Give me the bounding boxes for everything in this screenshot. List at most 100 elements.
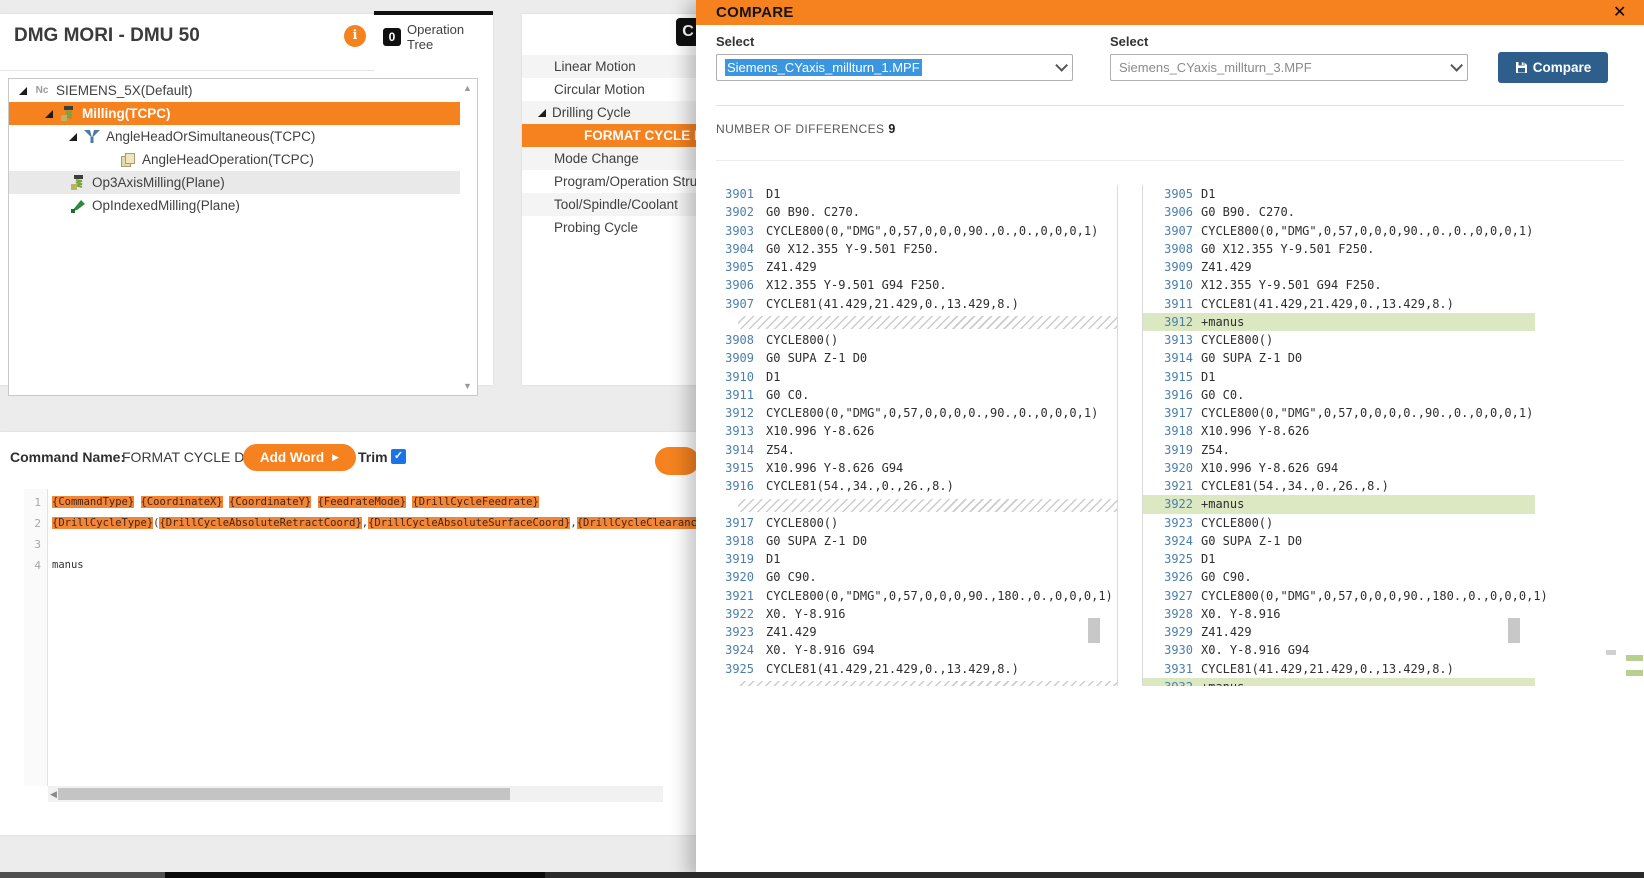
diff-code-row[interactable]: 3913X10.996 Y-8.626 <box>700 422 1117 440</box>
diff-code-row[interactable]: 3928X0. Y-8.916 <box>1143 605 1535 623</box>
diff-code-row[interactable]: 3904G0 X12.355 Y-9.501 F250. <box>700 240 1117 258</box>
diff-code-row[interactable]: 3914Z54. <box>700 441 1117 459</box>
diff-code-row[interactable]: 3906X12.355 Y-9.501 G94 F250. <box>700 276 1117 294</box>
diff-code-row[interactable]: 3914G0 SUPA Z-1 D0 <box>1143 349 1535 367</box>
diff-code-row[interactable]: 3905Z41.429 <box>700 258 1117 276</box>
editor-line[interactable]: {DrillCycleType}({DrillCycleAbsoluteRetr… <box>52 513 720 534</box>
diff-code-row[interactable]: 3917CYCLE800(0,"DMG",0,57,0,0,0,0.,90.,0… <box>1143 404 1535 422</box>
diff-code-row[interactable]: 3925D1 <box>1143 550 1535 568</box>
scrollbar-thumb[interactable] <box>58 788 510 800</box>
diff-code-row[interactable]: 3915X10.996 Y-8.626 G94 <box>700 459 1117 477</box>
diff-code-row[interactable]: 3920G0 C90. <box>700 568 1117 586</box>
diff-added-row[interactable]: 3912+manus <box>1143 313 1535 331</box>
tree-row[interactable]: Op3AxisMilling(Plane) <box>9 171 477 194</box>
diff-gap-row[interactable] <box>700 313 1117 331</box>
diff-code-row[interactable]: 3910D1 <box>700 368 1117 386</box>
diff-code-row[interactable]: 3916G0 C0. <box>1143 386 1535 404</box>
add-word-button[interactable]: Add Word ▶ <box>243 444 356 471</box>
diff-pane-right[interactable]: 3905D13906G0 B90. C270.3907CYCLE800(0,"D… <box>1143 185 1535 686</box>
diff-code-row[interactable]: 3919Z54. <box>1143 441 1535 459</box>
tree-expander-icon[interactable] <box>69 133 77 141</box>
format-token[interactable]: {DrillCycleType} <box>52 517 153 529</box>
format-token[interactable]: {CoordinateX} <box>141 496 223 508</box>
diff-code-row[interactable]: 3930X0. Y-8.916 G94 <box>1143 641 1535 659</box>
overview-ruler-thumb[interactable] <box>1606 650 1616 655</box>
editor-horizontal-scrollbar[interactable]: ◀ <box>48 786 663 802</box>
diff-code-row[interactable]: 3929Z41.429 <box>1143 623 1535 641</box>
format-token[interactable]: {DrillCycleAbsoluteRetractCoord} <box>159 517 361 529</box>
diff-code-row[interactable]: 3910X12.355 Y-9.501 G94 F250. <box>1143 276 1535 294</box>
info-icon[interactable]: i <box>344 25 366 47</box>
list-expander-icon[interactable] <box>538 109 546 117</box>
diff-code-row[interactable]: 3911CYCLE81(41.429,21.429,0.,13.429,8.) <box>1143 295 1535 313</box>
editor-line[interactable] <box>52 534 720 555</box>
tab-operation-tree[interactable]: 0 Operation Tree <box>374 11 493 59</box>
diff-code-row[interactable]: 3907CYCLE81(41.429,21.429,0.,13.429,8.) <box>700 295 1117 313</box>
format-token[interactable]: {DrillCycleFeedrate} <box>412 496 538 508</box>
format-token[interactable]: {DrillCycleAbsoluteSurfaceCoord} <box>368 517 570 529</box>
diff-code-row[interactable]: 3903CYCLE800(0,"DMG",0,57,0,0,0,90.,0.,0… <box>700 222 1117 240</box>
diff-code-row[interactable]: 3907CYCLE800(0,"DMG",0,57,0,0,0,90.,0.,0… <box>1143 222 1535 240</box>
diff-code-row[interactable]: 3922X0. Y-8.916 <box>700 605 1117 623</box>
scroll-left-icon[interactable]: ◀ <box>50 789 57 800</box>
editor-line[interactable]: manus <box>52 555 720 576</box>
diff-code-row[interactable]: 3912CYCLE800(0,"DMG",0,57,0,0,0,0.,90.,0… <box>700 404 1117 422</box>
diff-code-row[interactable]: 3920X10.996 Y-8.626 G94 <box>1143 459 1535 477</box>
diff-right-scrollbar-thumb[interactable] <box>1508 618 1520 643</box>
diff-gap-row[interactable] <box>700 678 1117 686</box>
diff-code-row[interactable]: 3926G0 C90. <box>1143 568 1535 586</box>
diff-code-row[interactable]: 3905D1 <box>1143 185 1535 203</box>
diff-code-row[interactable]: 3923CYCLE800() <box>1143 514 1535 532</box>
diff-code-row[interactable]: 3917CYCLE800() <box>700 514 1117 532</box>
tree-row[interactable]: AngleHeadOperation(TCPC) <box>9 148 477 171</box>
diff-pane-left[interactable]: 3901D13902G0 B90. C270.3903CYCLE800(0,"D… <box>700 185 1117 686</box>
file-select-left[interactable]: Siemens_CYaxis_millturn_1.MPF <box>716 54 1073 81</box>
scroll-down-icon[interactable]: ▼ <box>463 381 472 391</box>
diff-code-row[interactable]: 3921CYCLE800(0,"DMG",0,57,0,0,0,90.,180.… <box>700 587 1117 605</box>
diff-left-scrollbar-thumb[interactable] <box>1088 618 1100 643</box>
file-select-right[interactable]: Siemens_CYaxis_millturn_3.MPF <box>1110 54 1468 81</box>
diff-code-row[interactable]: 3924X0. Y-8.916 G94 <box>700 641 1117 659</box>
tree-scrollbar[interactable]: ▲ ▼ <box>460 79 477 395</box>
scroll-up-icon[interactable]: ▲ <box>463 83 472 93</box>
diff-added-row[interactable]: 3922+manus <box>1143 495 1535 513</box>
diff-code-row[interactable]: 3927CYCLE800(0,"DMG",0,57,0,0,0,90.,180.… <box>1143 587 1535 605</box>
diff-code-row[interactable]: 3931CYCLE81(41.429,21.429,0.,13.429,8.) <box>1143 660 1535 678</box>
diff-code-row[interactable]: 3911G0 C0. <box>700 386 1117 404</box>
diff-code-row[interactable]: 3918X10.996 Y-8.626 <box>1143 422 1535 440</box>
diff-code-row[interactable]: 3916CYCLE81(54.,34.,0.,26.,8.) <box>700 477 1117 495</box>
tree-row[interactable]: OpIndexedMilling(Plane) <box>9 194 477 217</box>
command-format-editor[interactable]: 1234 {CommandType} {CoordinateX} {Coordi… <box>0 489 720 786</box>
editor-code-lines[interactable]: {CommandType} {CoordinateX} {CoordinateY… <box>52 492 720 576</box>
diff-code-row[interactable]: 3915D1 <box>1143 368 1535 386</box>
diff-code-row[interactable]: 3908G0 X12.355 Y-9.501 F250. <box>1143 240 1535 258</box>
close-icon[interactable]: ✕ <box>1613 2 1626 22</box>
diff-code-row[interactable]: 3902G0 B90. C270. <box>700 203 1117 221</box>
diff-code-row[interactable]: 3925CYCLE81(41.429,21.429,0.,13.429,8.) <box>700 660 1117 678</box>
tree-row[interactable]: NcSIEMENS_5X(Default) <box>9 79 477 102</box>
diff-code-row[interactable]: 3913CYCLE800() <box>1143 331 1535 349</box>
format-token[interactable]: {CommandType} <box>52 496 134 508</box>
diff-added-row[interactable]: 3932+manus <box>1143 678 1535 686</box>
tree-row[interactable]: AngleHeadOrSimultaneous(TCPC) <box>9 125 477 148</box>
diff-code-row[interactable]: 3906G0 B90. C270. <box>1143 203 1535 221</box>
format-token[interactable]: {FeedrateMode} <box>318 496 407 508</box>
diff-code-row[interactable]: 3909Z41.429 <box>1143 258 1535 276</box>
diff-code-row[interactable]: 3919D1 <box>700 550 1117 568</box>
compare-button[interactable]: Compare <box>1498 52 1608 83</box>
diff-code-row[interactable]: 3901D1 <box>700 185 1117 203</box>
partially-hidden-button[interactable] <box>655 447 699 475</box>
tree-row[interactable]: Milling(TCPC) <box>9 102 477 125</box>
diff-code-row[interactable]: 3924G0 SUPA Z-1 D0 <box>1143 532 1535 550</box>
trim-checkbox[interactable]: ✓ <box>391 449 406 464</box>
editor-line[interactable]: {CommandType} {CoordinateX} {CoordinateY… <box>52 492 720 513</box>
diff-code-row[interactable]: 3908CYCLE800() <box>700 331 1117 349</box>
tree-expander-icon[interactable] <box>19 87 27 95</box>
diff-code-row[interactable]: 3909G0 SUPA Z-1 D0 <box>700 349 1117 367</box>
format-token[interactable]: {CoordinateY} <box>229 496 311 508</box>
diff-code-row[interactable]: 3923Z41.429 <box>700 623 1117 641</box>
diff-gap-row[interactable] <box>700 495 1117 513</box>
diff-code-row[interactable]: 3921CYCLE81(54.,34.,0.,26.,8.) <box>1143 477 1535 495</box>
diff-code-row[interactable]: 3918G0 SUPA Z-1 D0 <box>700 532 1117 550</box>
tree-expander-icon[interactable] <box>45 110 53 118</box>
